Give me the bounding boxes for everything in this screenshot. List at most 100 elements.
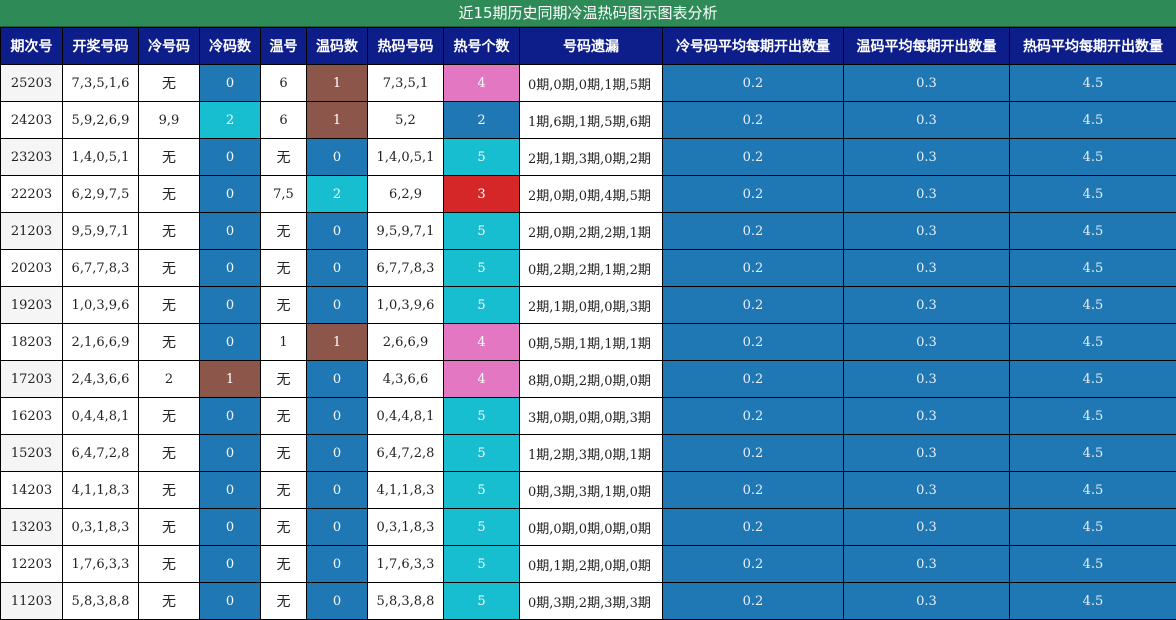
cell-avg-hot: 4.5 [1010,213,1176,250]
header-avg-hot: 热码平均每期开出数量 [1010,28,1176,65]
cell-warm-count: 1 [307,324,368,361]
table-row: 182032,1,6,6,9无0112,6,6,940期,5期,1期,1期,1期… [1,324,1176,361]
cell-draw: 6,4,7,2,8 [63,435,139,472]
cell-avg-hot: 4.5 [1010,250,1176,287]
cell-missing: 0期,0期,0期,1期,5期 [520,65,663,102]
cell-missing: 0期,3期,3期,1期,0期 [520,472,663,509]
cell-hot-count: 4 [444,324,520,361]
cell-hot: 4,3,6,6 [368,361,444,398]
cell-hot: 9,5,9,7,1 [368,213,444,250]
cell-avg-cold: 0.2 [663,176,844,213]
cell-avg-hot: 4.5 [1010,509,1176,546]
cell-hot: 6,4,7,2,8 [368,435,444,472]
cell-avg-warm: 0.3 [844,324,1010,361]
table-row: 232031,4,0,5,1无0无01,4,0,5,152期,1期,3期,0期,… [1,139,1176,176]
cell-hot-count: 5 [444,287,520,324]
cell-avg-cold: 0.2 [663,287,844,324]
cell-issue: 13203 [1,509,63,546]
cell-warm-count: 0 [307,398,368,435]
cell-cold-count: 0 [200,324,261,361]
cell-avg-warm: 0.3 [844,398,1010,435]
cell-hot-count: 5 [444,583,520,620]
cell-hot: 0,4,4,8,1 [368,398,444,435]
cell-warm-count: 0 [307,139,368,176]
cell-warm: 6 [261,102,307,139]
cell-warm-count: 0 [307,472,368,509]
cell-avg-hot: 4.5 [1010,435,1176,472]
cell-hot-count: 3 [444,176,520,213]
cell-avg-cold: 0.2 [663,509,844,546]
cell-avg-cold: 0.2 [663,398,844,435]
cell-hot: 0,3,1,8,3 [368,509,444,546]
cell-avg-warm: 0.3 [844,65,1010,102]
cell-warm: 无 [261,361,307,398]
cell-avg-cold: 0.2 [663,472,844,509]
cell-avg-warm: 0.3 [844,287,1010,324]
header-cold: 冷号码 [139,28,200,65]
cell-avg-cold: 0.2 [663,546,844,583]
cell-cold: 2 [139,361,200,398]
cell-warm-count: 0 [307,546,368,583]
cell-avg-hot: 4.5 [1010,472,1176,509]
cell-cold-count: 0 [200,435,261,472]
cell-warm-count: 0 [307,509,368,546]
cell-avg-cold: 0.2 [663,139,844,176]
cell-avg-hot: 4.5 [1010,139,1176,176]
header-row: 期次号 开奖号码 冷号码 冷码数 温号 温码数 热码号码 热号个数 号码遗漏 冷… [1,28,1176,65]
cell-issue: 21203 [1,213,63,250]
cell-cold-count: 0 [200,398,261,435]
table-row: 162030,4,4,8,1无0无00,4,4,8,153期,0期,0期,0期,… [1,398,1176,435]
cell-avg-hot: 4.5 [1010,176,1176,213]
cell-warm-count: 2 [307,176,368,213]
cell-draw: 5,9,2,6,9 [63,102,139,139]
cell-warm: 7,5 [261,176,307,213]
page-title: 近15期历史同期冷温热码图示图表分析 [0,0,1176,27]
cell-warm: 无 [261,472,307,509]
cell-missing: 2期,1期,0期,0期,3期 [520,287,663,324]
cell-warm-count: 0 [307,435,368,472]
cell-hot-count: 5 [444,546,520,583]
cell-avg-warm: 0.3 [844,213,1010,250]
cell-hot: 7,3,5,1 [368,65,444,102]
cell-cold: 无 [139,213,200,250]
cell-hot: 5,2 [368,102,444,139]
cell-missing: 0期,1期,2期,0期,0期 [520,546,663,583]
cell-cold: 无 [139,65,200,102]
cell-cold-count: 0 [200,583,261,620]
cell-cold-count: 0 [200,139,261,176]
cell-issue: 15203 [1,435,63,472]
cell-avg-cold: 0.2 [663,250,844,287]
cell-avg-warm: 0.3 [844,583,1010,620]
cell-hot-count: 4 [444,361,520,398]
header-draw: 开奖号码 [63,28,139,65]
cell-cold-count: 2 [200,102,261,139]
cell-issue: 20203 [1,250,63,287]
cell-issue: 25203 [1,65,63,102]
cell-avg-hot: 4.5 [1010,583,1176,620]
cell-avg-cold: 0.2 [663,435,844,472]
table-row: 252037,3,5,1,6无0617,3,5,140期,0期,0期,1期,5期… [1,65,1176,102]
cell-hot: 6,7,7,8,3 [368,250,444,287]
cell-draw: 2,4,3,6,6 [63,361,139,398]
cell-missing: 1期,2期,3期,0期,1期 [520,435,663,472]
cell-warm-count: 0 [307,361,368,398]
cell-avg-warm: 0.3 [844,102,1010,139]
header-warm-count: 温码数 [307,28,368,65]
cell-draw: 6,7,7,8,3 [63,250,139,287]
cell-avg-hot: 4.5 [1010,361,1176,398]
cell-warm: 无 [261,435,307,472]
cell-avg-warm: 0.3 [844,139,1010,176]
cell-hot: 4,1,1,8,3 [368,472,444,509]
cell-issue: 24203 [1,102,63,139]
cell-warm: 1 [261,324,307,361]
cell-warm: 无 [261,398,307,435]
cell-warm-count: 1 [307,102,368,139]
cell-avg-cold: 0.2 [663,361,844,398]
header-hot: 热码号码 [368,28,444,65]
cell-warm: 无 [261,287,307,324]
cell-hot-count: 5 [444,398,520,435]
header-hot-count: 热号个数 [444,28,520,65]
cell-draw: 5,8,3,8,8 [63,583,139,620]
cell-hot-count: 5 [444,509,520,546]
cell-missing: 0期,2期,2期,1期,2期 [520,250,663,287]
